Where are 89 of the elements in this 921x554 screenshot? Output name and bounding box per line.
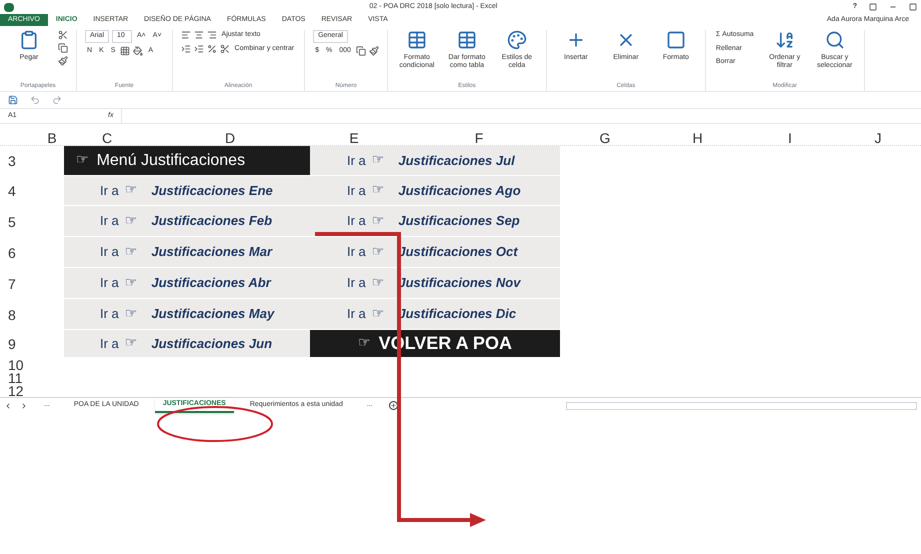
hand-icon: ☞ [372, 150, 384, 171]
hand-icon: ☞ [124, 210, 138, 232]
sheet-link[interactable]: Justificaciones Jul [398, 150, 515, 170]
cell-text: Ir a [100, 305, 119, 324]
ribbon-icon [824, 30, 845, 50]
tool-icon[interactable] [206, 44, 217, 54]
cell-text: Ir a [100, 182, 119, 200]
column-header[interactable]: I [745, 128, 835, 145]
save-icon[interactable] [8, 95, 18, 105]
column-header[interactable]: J [835, 128, 921, 145]
cell-text: Ir a [100, 212, 119, 230]
tool-icon[interactable] [58, 56, 68, 66]
scroll-left-icon[interactable] [4, 402, 12, 410]
column-header[interactable]: H [650, 128, 745, 145]
restore-icon[interactable] [869, 3, 877, 11]
sheet-link[interactable]: Justificaciones Ene [151, 180, 273, 200]
tool-icon[interactable] [180, 44, 191, 54]
tool-icon[interactable] [58, 43, 68, 53]
cell-text: Ir a [347, 182, 366, 200]
scroll-right-icon[interactable] [20, 402, 28, 410]
ribbon-icon [666, 30, 686, 50]
hand-icon: ☞ [124, 304, 138, 324]
hand-icon: ☞ [372, 180, 384, 201]
cell-text: Ir a [347, 305, 366, 324]
add-sheet-icon[interactable] [388, 401, 398, 410]
column-header[interactable]: F [398, 128, 560, 145]
column-header[interactable]: C [64, 128, 150, 145]
row-header[interactable]: 12 [0, 384, 40, 397]
tool-icon[interactable] [180, 30, 191, 40]
hand-icon: ☞ [124, 180, 138, 201]
sheet-link[interactable]: Justificaciones Abr [151, 273, 271, 293]
cell-text: Ir a [347, 212, 366, 230]
hand-icon: ☞ [124, 272, 138, 294]
sheet-link[interactable]: Justificaciones Nov [398, 273, 520, 293]
row-header[interactable]: 10 [0, 358, 40, 371]
row-header[interactable]: 7 [0, 268, 40, 299]
header-text: Menú Justificaciones [96, 150, 246, 170]
ribbon-icon [506, 30, 527, 50]
hand-icon: ☞ [358, 333, 371, 354]
ribbon-icon [456, 30, 477, 50]
tool-icon[interactable] [58, 30, 68, 40]
cell-text: Ir a [100, 274, 119, 292]
column-header[interactable]: B [40, 128, 64, 145]
sheet-link[interactable]: Justificaciones Dic [398, 304, 516, 324]
ribbon-icon [774, 30, 795, 50]
horizontal-scrollbar[interactable] [566, 402, 917, 410]
sheet-link[interactable]: Justificaciones Sep [398, 211, 520, 231]
hand-icon: ☞ [124, 242, 138, 262]
tool-icon[interactable] [133, 46, 144, 56]
sheet-link[interactable]: Justificaciones Ago [398, 180, 521, 200]
cell-text: Ir a [347, 243, 366, 262]
redo-icon[interactable] [52, 95, 62, 105]
row-header[interactable]: 8 [0, 299, 40, 330]
tool-icon[interactable] [120, 46, 130, 56]
hand-icon: ☞ [124, 333, 138, 354]
hand-icon: ☞ [76, 150, 89, 171]
excel-logo-icon [4, 2, 14, 12]
cell-text: Ir a [100, 334, 119, 353]
tool-icon[interactable] [194, 30, 204, 40]
column-header[interactable]: E [310, 128, 398, 145]
sheet-link[interactable]: Justificaciones Jun [151, 334, 272, 354]
tool-icon[interactable] [368, 46, 379, 56]
sheet-link[interactable]: Justificaciones Feb [151, 211, 272, 231]
ribbon-icon [406, 30, 427, 50]
hand-icon: ☞ [372, 272, 384, 294]
cell-text: Ir a [347, 152, 366, 170]
column-header[interactable]: G [560, 128, 650, 145]
row-header[interactable]: 11 [0, 371, 40, 384]
hand-icon: ☞ [372, 210, 384, 232]
tool-icon[interactable] [194, 44, 204, 54]
sheet-link[interactable]: Justificaciones Mar [151, 242, 272, 262]
tool-icon[interactable] [356, 46, 366, 56]
sheet-link[interactable]: Justificaciones May [151, 304, 274, 324]
undo-icon[interactable] [30, 95, 40, 105]
row-header[interactable]: 4 [0, 176, 40, 206]
hand-icon: ☞ [372, 304, 384, 324]
cell-text: Ir a [100, 243, 119, 262]
column-header[interactable]: D [150, 128, 310, 145]
sheet-link[interactable]: Justificaciones Oct [398, 242, 518, 262]
hand-icon: ☞ [372, 242, 384, 262]
row-header[interactable]: 9 [0, 330, 40, 358]
ribbon-icon [19, 30, 39, 50]
cell-text: Ir a [347, 274, 366, 292]
maximize-icon[interactable] [909, 3, 917, 11]
row-header[interactable]: 6 [0, 237, 40, 268]
tool-icon[interactable] [220, 44, 230, 54]
row-header[interactable]: 3 [0, 146, 40, 176]
row-header[interactable]: 5 [0, 206, 40, 237]
tool-icon[interactable] [206, 30, 217, 40]
